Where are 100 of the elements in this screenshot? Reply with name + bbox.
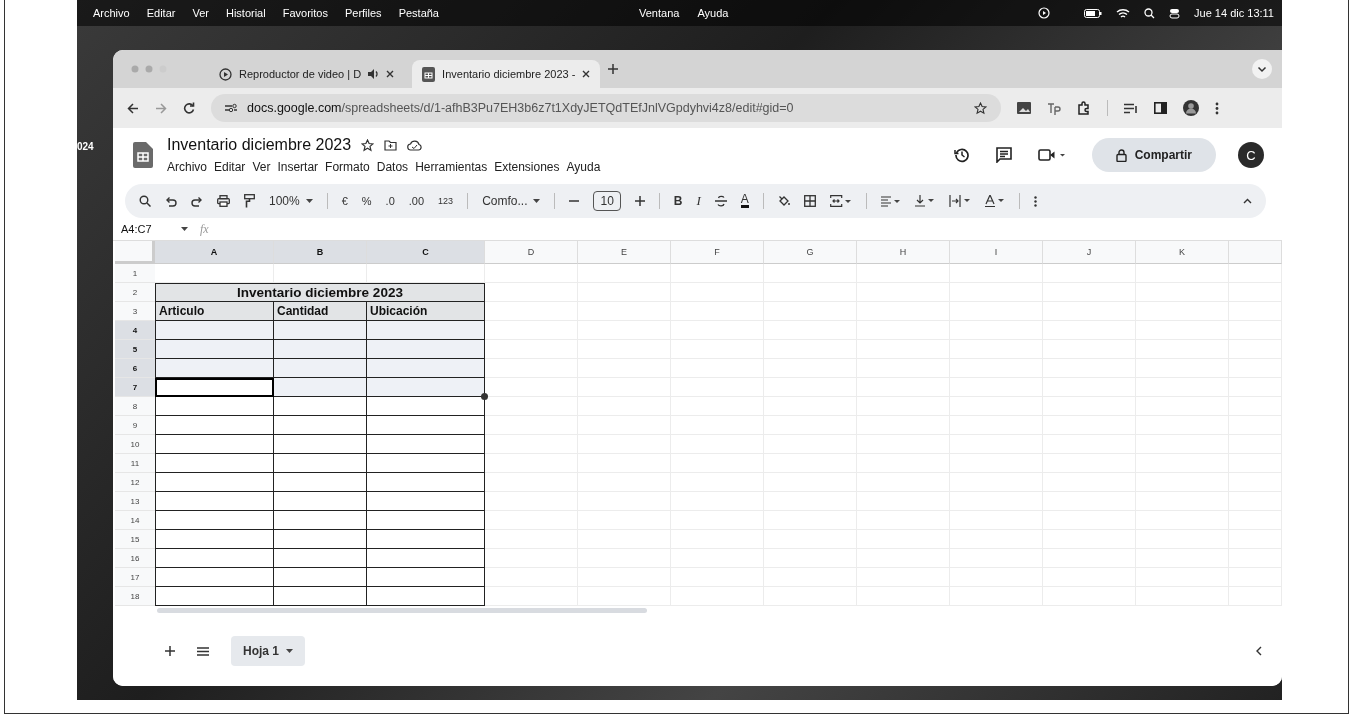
grid-cell[interactable] (155, 359, 274, 378)
share-button[interactable]: Compartir (1091, 138, 1216, 172)
row-header[interactable]: 1 (115, 264, 155, 283)
grid-cell[interactable] (274, 321, 367, 340)
grid-cell[interactable] (155, 511, 274, 530)
grid-cell[interactable] (274, 549, 367, 568)
grid-cell[interactable] (274, 473, 367, 492)
play-circle-icon[interactable] (1038, 7, 1051, 19)
side-panel-icon[interactable] (1154, 102, 1167, 114)
row-header[interactable]: 15 (115, 530, 155, 549)
battery-icon[interactable] (1084, 8, 1103, 18)
row-header[interactable]: 17 (115, 568, 155, 587)
column-header[interactable]: G (764, 241, 857, 264)
plus-icon[interactable] (634, 196, 645, 206)
more-options-icon[interactable] (1033, 195, 1037, 207)
grid-cell[interactable] (367, 435, 485, 454)
menu-item[interactable]: Extensiones (494, 160, 560, 174)
zoom-dropdown[interactable]: 100% (269, 194, 313, 208)
row-header[interactable]: 10 (115, 435, 155, 454)
row-header[interactable]: 3 (115, 302, 155, 321)
grid-cell[interactable] (274, 492, 367, 511)
menu-bar-item[interactable]: Ver (192, 7, 209, 19)
grid-cell[interactable] (155, 340, 274, 359)
grid-cell[interactable] (367, 530, 485, 549)
row-header[interactable]: 9 (115, 416, 155, 435)
forward-icon[interactable] (155, 102, 167, 114)
site-settings-icon[interactable] (225, 103, 237, 113)
history-icon[interactable] (953, 147, 970, 163)
grid-cell[interactable] (367, 416, 485, 435)
search-icon[interactable] (139, 195, 151, 207)
collapse-icon[interactable] (1243, 198, 1252, 204)
grid-cell[interactable] (367, 492, 485, 511)
redo-icon[interactable] (191, 195, 203, 207)
row-header[interactable]: 11 (115, 454, 155, 473)
grid-cell[interactable] (274, 511, 367, 530)
grid-cell[interactable] (274, 397, 367, 416)
comment-icon[interactable] (995, 147, 1012, 163)
image-extension-icon[interactable] (1017, 102, 1031, 114)
chevron-left-icon[interactable] (1256, 646, 1262, 656)
row-header[interactable]: 8 (115, 397, 155, 416)
speaker-icon[interactable] (368, 69, 380, 79)
puzzle-icon[interactable] (1077, 101, 1091, 115)
caret-icon[interactable] (181, 227, 188, 231)
undo-icon[interactable] (165, 195, 177, 207)
grid-cell[interactable] (367, 397, 485, 416)
column-header[interactable]: F (671, 241, 764, 264)
grid-cell[interactable] (274, 568, 367, 587)
browser-tab[interactable]: Inventario diciembre 2023 - (412, 60, 601, 88)
column-header[interactable]: J (1043, 241, 1136, 264)
font-size-field[interactable]: 10 (593, 191, 621, 211)
row-header[interactable]: 7 (115, 378, 155, 397)
grid-cell[interactable] (274, 340, 367, 359)
grid-cell[interactable] (274, 435, 367, 454)
column-header[interactable]: C (367, 241, 485, 264)
text-rotation-icon[interactable] (984, 195, 1005, 207)
select-all-corner[interactable] (115, 241, 155, 264)
grid-cell[interactable] (274, 454, 367, 473)
grid-cell[interactable] (155, 568, 274, 587)
user-avatar[interactable]: C (1238, 142, 1264, 168)
grid-cell[interactable] (155, 549, 274, 568)
grid-cell[interactable] (367, 549, 485, 568)
menu-bar-item[interactable]: Perfiles (344, 7, 382, 19)
grid-cell[interactable] (274, 530, 367, 549)
menu-item[interactable]: Formato (325, 160, 370, 174)
menu-bar-item[interactable]: Favoritos (282, 7, 328, 19)
grid-cell[interactable] (274, 378, 367, 397)
browser-tab[interactable]: Reproductor de video | D (209, 60, 405, 88)
all-sheets-icon[interactable] (197, 646, 209, 656)
grid-cell[interactable] (367, 378, 485, 397)
fill-color-icon[interactable] (777, 195, 790, 207)
back-icon[interactable] (127, 102, 139, 114)
row-header[interactable]: 5 (115, 340, 155, 359)
borders-icon[interactable] (803, 195, 816, 207)
more-options-icon[interactable] (1215, 101, 1219, 115)
grid-cell[interactable] (155, 530, 274, 549)
profile-avatar-icon[interactable] (1183, 100, 1199, 116)
menu-item[interactable]: Editar (214, 160, 246, 174)
row-header[interactable]: 13 (115, 492, 155, 511)
row-header[interactable]: 2 (115, 283, 155, 302)
number-format-button[interactable]: 123 (438, 196, 454, 206)
new-tab-icon[interactable] (608, 64, 619, 74)
menu-item[interactable]: Archivo (167, 160, 207, 174)
scrollbar-thumb[interactable] (157, 608, 647, 613)
menu-bar-item[interactable]: Editar (146, 7, 176, 19)
sheet-tab[interactable]: Hoja 1 (231, 636, 305, 666)
menu-item[interactable]: Datos (376, 160, 409, 174)
window-controls-icon[interactable] (131, 65, 167, 73)
fill-handle[interactable] (481, 393, 488, 400)
text-wrap-icon[interactable] (948, 195, 971, 207)
paint-format-icon[interactable] (244, 194, 255, 208)
star-icon[interactable] (974, 101, 987, 115)
grid-cell[interactable] (367, 473, 485, 492)
close-icon[interactable] (582, 70, 591, 78)
video-call-icon[interactable] (1037, 148, 1066, 162)
grid-cell[interactable] (367, 340, 485, 359)
grid-cell[interactable] (155, 321, 274, 340)
row-header[interactable]: 6 (115, 359, 155, 378)
wifi-icon[interactable] (1116, 7, 1131, 19)
grid-cell[interactable] (155, 473, 274, 492)
column-header[interactable]: B (274, 241, 367, 264)
